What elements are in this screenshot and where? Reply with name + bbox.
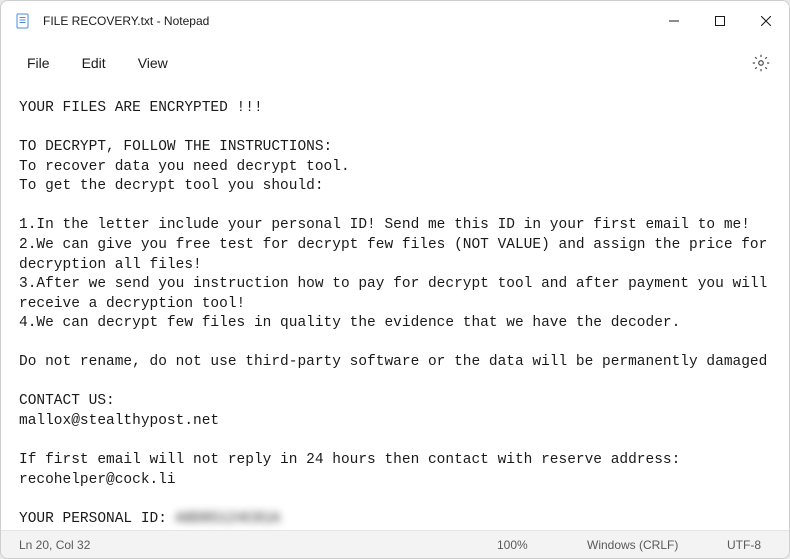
text-line: mallox@stealthypost.net [19,413,219,429]
text-line: 1.In the letter include your personal ID… [19,217,750,233]
personal-id-label: YOUR PERSONAL ID: [19,511,176,527]
text-content[interactable]: YOUR FILES ARE ENCRYPTED !!! TO DECRYPT,… [1,85,789,530]
text-line: To get the decrypt tool you should: [19,178,324,194]
minimize-button[interactable] [651,1,697,41]
window-controls [651,1,789,41]
close-button[interactable] [743,1,789,41]
text-line: 2.We can give you free test for decrypt … [19,237,776,273]
text-line: 3.After we send you instruction how to p… [19,276,776,312]
menu-view[interactable]: View [122,47,184,79]
personal-id-value: A8D85124C81A [176,511,280,527]
notepad-window: FILE RECOVERY.txt - Notepad File Edit Vi… [0,0,790,559]
menubar: File Edit View [1,41,789,85]
text-line: YOUR FILES ARE ENCRYPTED !!! [19,100,263,116]
settings-button[interactable] [743,45,779,81]
text-line: If first email will not reply in 24 hour… [19,452,680,468]
text-line: CONTACT US: [19,393,115,409]
text-line: TO DECRYPT, FOLLOW THE INSTRUCTIONS: [19,139,332,155]
text-line: Do not rename, do not use third-party so… [19,354,767,370]
text-line: recohelper@cock.li [19,472,176,488]
text-line: 4.We can decrypt few files in quality th… [19,315,680,331]
text-line: To recover data you need decrypt tool. [19,159,350,175]
status-zoom[interactable]: 100% [475,538,565,552]
titlebar: FILE RECOVERY.txt - Notepad [1,1,789,41]
maximize-button[interactable] [697,1,743,41]
status-line-ending: Windows (CRLF) [565,538,705,552]
status-cursor-position: Ln 20, Col 32 [19,538,199,552]
status-encoding: UTF-8 [705,538,785,552]
notepad-icon [15,13,31,29]
menu-edit[interactable]: Edit [66,47,122,79]
window-title: FILE RECOVERY.txt - Notepad [43,14,651,28]
menu-file[interactable]: File [11,47,66,79]
statusbar: Ln 20, Col 32 100% Windows (CRLF) UTF-8 [1,530,789,558]
